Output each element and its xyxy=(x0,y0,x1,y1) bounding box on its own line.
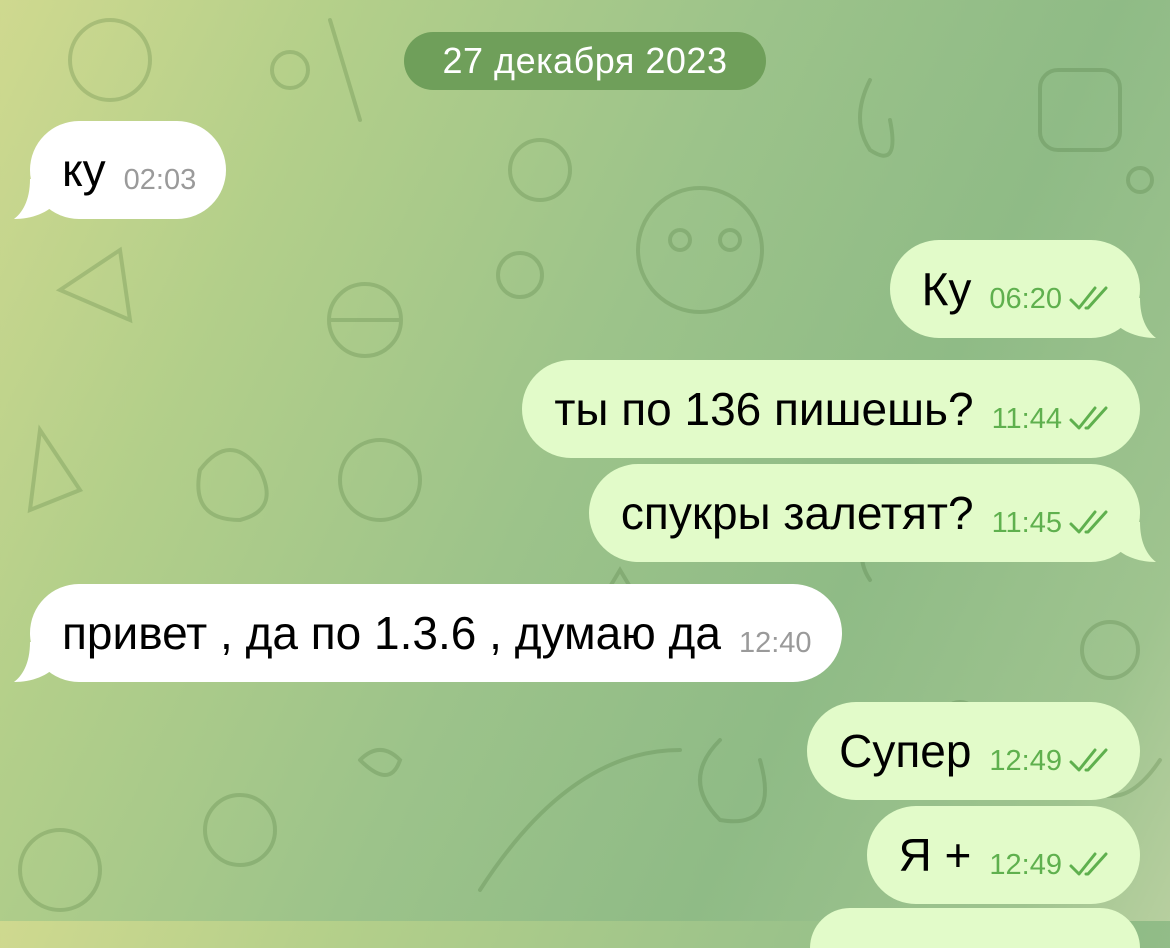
message-time: 11:44 xyxy=(991,402,1062,435)
double-check-icon xyxy=(1069,286,1108,310)
message-bubble-outgoing[interactable]: Я + 12:49 xyxy=(866,806,1140,904)
message-bubble-incoming[interactable]: привет , да по 1.3.6 , думаю да 12:40 xyxy=(14,584,842,682)
message-bubble-outgoing[interactable]: спукры залетят? 11:45 xyxy=(588,464,1156,562)
message-text: ку xyxy=(62,144,106,196)
message-time: 06:20 xyxy=(989,282,1062,315)
message-time: 12:49 xyxy=(989,848,1062,881)
message-text: Я + xyxy=(898,829,972,881)
message-meta: 11:45 xyxy=(992,507,1112,540)
message-bubble-outgoing[interactable]: Ку 06:20 xyxy=(889,240,1156,338)
message-bubble-outgoing[interactable]: ты по 136 пишешь? 11:44 xyxy=(522,360,1140,458)
message-meta: 06:20 xyxy=(989,283,1112,316)
message-text: Ку xyxy=(921,263,972,315)
double-check-icon xyxy=(1069,748,1108,772)
message-time: 12:49 xyxy=(989,744,1062,777)
bubble-tail xyxy=(14,642,58,682)
double-check-icon xyxy=(1069,406,1108,430)
message-time: 12:40 xyxy=(738,626,812,659)
message-text: спукры залетят? xyxy=(620,487,974,539)
message-meta: 12:40 xyxy=(739,627,812,660)
message-bubble-partial[interactable] xyxy=(810,908,1140,948)
message-meta: 11:44 xyxy=(992,403,1112,436)
message-bubble-incoming[interactable]: ку 02:03 xyxy=(14,121,227,219)
bubble-tail xyxy=(14,179,58,219)
double-check-icon xyxy=(1069,852,1108,876)
message-bubble-outgoing[interactable]: Супер 12:49 xyxy=(807,702,1140,800)
bubble-tail xyxy=(1112,522,1156,562)
date-separator: 27 декабря 2023 xyxy=(404,32,766,90)
message-time: 11:45 xyxy=(991,506,1062,539)
message-meta: 12:49 xyxy=(989,745,1112,778)
message-text: Супер xyxy=(839,725,972,777)
bubble-tail xyxy=(1112,298,1156,338)
message-text: ты по 136 пишешь? xyxy=(554,383,974,435)
double-check-icon xyxy=(1069,510,1108,534)
message-meta: 02:03 xyxy=(124,164,197,197)
message-meta: 12:49 xyxy=(989,849,1112,882)
message-text: привет , да по 1.3.6 , думаю да xyxy=(62,607,721,659)
message-time: 02:03 xyxy=(123,163,197,196)
